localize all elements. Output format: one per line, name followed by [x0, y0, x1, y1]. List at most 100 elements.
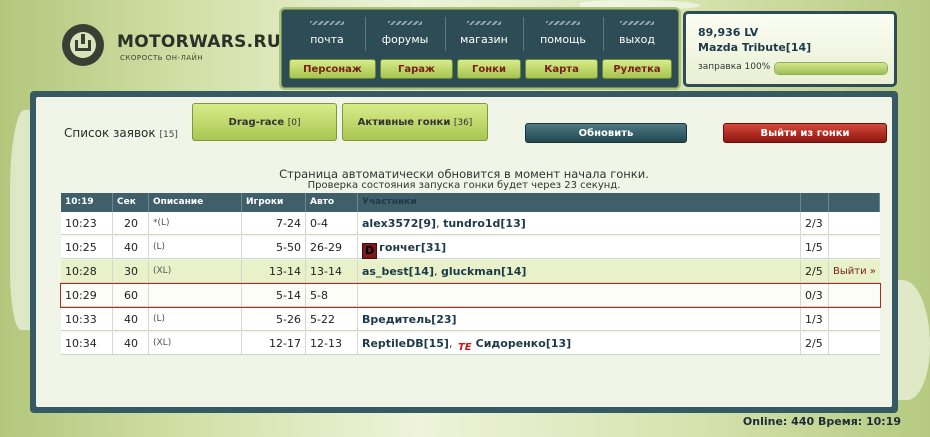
participant-link[interactable]: гончег [379, 241, 421, 254]
row-description: (L) [149, 308, 242, 330]
top-link-label: помощь [540, 33, 586, 46]
row-participants: as_best[14], gluckman[14] [358, 260, 801, 282]
top-link-mail[interactable]: почта [289, 14, 366, 54]
table-row-current[interactable]: 10:28 30 (XL) 13-14 13-14 as_best[14], g… [61, 260, 880, 283]
participant-level: [15] [423, 337, 449, 350]
row-seconds: 60 [113, 284, 149, 306]
header-players: Игроки [242, 193, 306, 212]
refresh-button[interactable]: Обновить [525, 123, 687, 143]
row-participants [358, 284, 801, 306]
participant-link[interactable]: alex3572 [362, 217, 418, 230]
top-link-label: магазин [460, 33, 508, 46]
header-slots [801, 193, 829, 212]
participant-level: [13] [545, 337, 572, 350]
participant-link[interactable]: as_best [362, 265, 409, 278]
auto-refresh-notice: Страница автоматически обновится в момен… [279, 167, 649, 181]
header-participants: Участники [358, 193, 801, 212]
table-row[interactable]: 10:34 40 (XL) 12-17 12-13 ReptileDB[15],… [61, 332, 880, 355]
participant-link[interactable]: ReptileDB [362, 337, 424, 350]
logo-emblem-icon [62, 24, 104, 66]
tab-drag-race[interactable]: Drag-race [0] [192, 103, 337, 141]
row-time: 10:25 [61, 236, 113, 258]
tab-count: [36] [453, 118, 473, 128]
participant-link[interactable]: Сидоренко [476, 337, 546, 350]
top-link-help[interactable]: помощь [523, 14, 604, 54]
row-action [829, 308, 880, 330]
clan-badge-icon: D [362, 243, 378, 259]
race-list-title-text: Список заявок [64, 126, 156, 140]
row-cars: 13-14 [306, 260, 358, 282]
nav-button-character[interactable]: Персонаж [289, 59, 376, 79]
tab-active-races[interactable]: Активные гонки [36] [342, 103, 488, 141]
participant-link[interactable]: gluckman [441, 265, 501, 278]
clan-badge-icon: TE [457, 342, 472, 353]
row-slots: 2/5 [801, 260, 829, 282]
row-slots: 1/5 [801, 236, 829, 258]
participant-level: [13] [500, 217, 526, 230]
leave-race-link[interactable]: Выйти » [829, 260, 880, 282]
row-action [829, 236, 880, 258]
fuel-progress-fill [775, 63, 887, 74]
table-row[interactable]: 10:23 20 *(L) 7-24 0-4 alex3572[9], tund… [61, 212, 880, 235]
row-participants: Dгончег[31] [358, 236, 801, 259]
table-row[interactable]: 10:25 40 (L) 5-50 26-29 Dгончег[31] 1/5 [61, 236, 880, 259]
top-link-forums[interactable]: форумы [365, 14, 446, 54]
row-players: 5-26 [242, 308, 306, 330]
tab-count: [0] [287, 118, 301, 128]
tab-label: Drag-race [228, 117, 285, 128]
row-action [829, 212, 880, 234]
table-header: 10:19 Сек Описание Игроки Авто Участники [61, 193, 880, 212]
header-action [829, 193, 880, 212]
player-car[interactable]: Mazda Tribute[14] [698, 41, 811, 54]
row-participants: alex3572[9], tundro1d[13] [358, 212, 801, 234]
launch-check-notice: Проверка состояния запуска гонки будет ч… [307, 180, 621, 191]
row-action [829, 284, 880, 306]
status-footer: Online: 440 Время: 10:19 [743, 415, 901, 428]
row-action [829, 332, 880, 354]
row-players: 7-24 [242, 212, 306, 234]
row-seconds: 40 [113, 236, 149, 258]
row-cars: 26-29 [306, 236, 358, 258]
row-description: (XL) [149, 260, 242, 282]
fuel-progress-bar [774, 62, 888, 75]
row-participants: Вредитель[23] [358, 308, 801, 330]
row-description [149, 284, 242, 306]
participant-level: [31] [420, 241, 447, 254]
participant-level: [14] [501, 265, 527, 278]
top-link-shop[interactable]: магазин [445, 14, 524, 54]
row-seconds: 30 [113, 260, 149, 282]
row-seconds: 40 [113, 332, 149, 354]
table-row[interactable]: 10:33 40 (L) 5-26 5-22 Вредитель[23] 1/3 [61, 308, 880, 331]
row-slots: 0/3 [801, 284, 829, 306]
header-cars: Авто [306, 193, 358, 212]
row-seconds: 40 [113, 308, 149, 330]
site-logo[interactable]: MOTORWARS.RU СКОРОСТЬ ОН-ЛАЙН [62, 22, 281, 72]
header-time: 10:19 [61, 193, 113, 212]
top-link-logout[interactable]: выход [603, 14, 671, 54]
participant-link[interactable]: Вредитель [362, 313, 431, 326]
race-list-title: Список заявок [15] [64, 126, 178, 140]
table-row-selected[interactable]: 10:29 60 5-14 5-8 0/3 [60, 283, 881, 308]
row-players: 12-17 [242, 332, 306, 354]
nav-button-roulette[interactable]: Рулетка [602, 59, 672, 79]
race-panel-body: Список заявок [15] Drag-race [0] Активны… [36, 97, 892, 407]
participant-link[interactable]: tundro1d [443, 217, 500, 230]
online-count: Online: 440 [742, 415, 815, 428]
stripe-icon [388, 21, 422, 25]
row-slots: 1/3 [801, 308, 829, 330]
row-cars: 5-22 [306, 308, 358, 330]
participant-level: [14] [408, 265, 434, 278]
race-panel: Список заявок [15] Drag-race [0] Активны… [30, 91, 898, 413]
row-participants: ReptileDB[15], TE Сидоренко[13] [358, 332, 801, 354]
nav-button-garage[interactable]: Гараж [380, 59, 453, 79]
row-time: 10:33 [61, 308, 113, 330]
header-description: Описание [149, 193, 242, 212]
leave-race-button[interactable]: Выйти из гонки [723, 123, 887, 143]
logo-name: MOTORWARS.RU [117, 32, 281, 52]
row-time: 10:34 [61, 332, 113, 354]
player-money: 89,936 LV [698, 26, 759, 39]
nav-button-map[interactable]: Карта [525, 59, 598, 79]
row-cars: 12-13 [306, 332, 358, 354]
nav-button-races[interactable]: Гонки [457, 59, 521, 79]
participant-separator: , [448, 337, 456, 350]
